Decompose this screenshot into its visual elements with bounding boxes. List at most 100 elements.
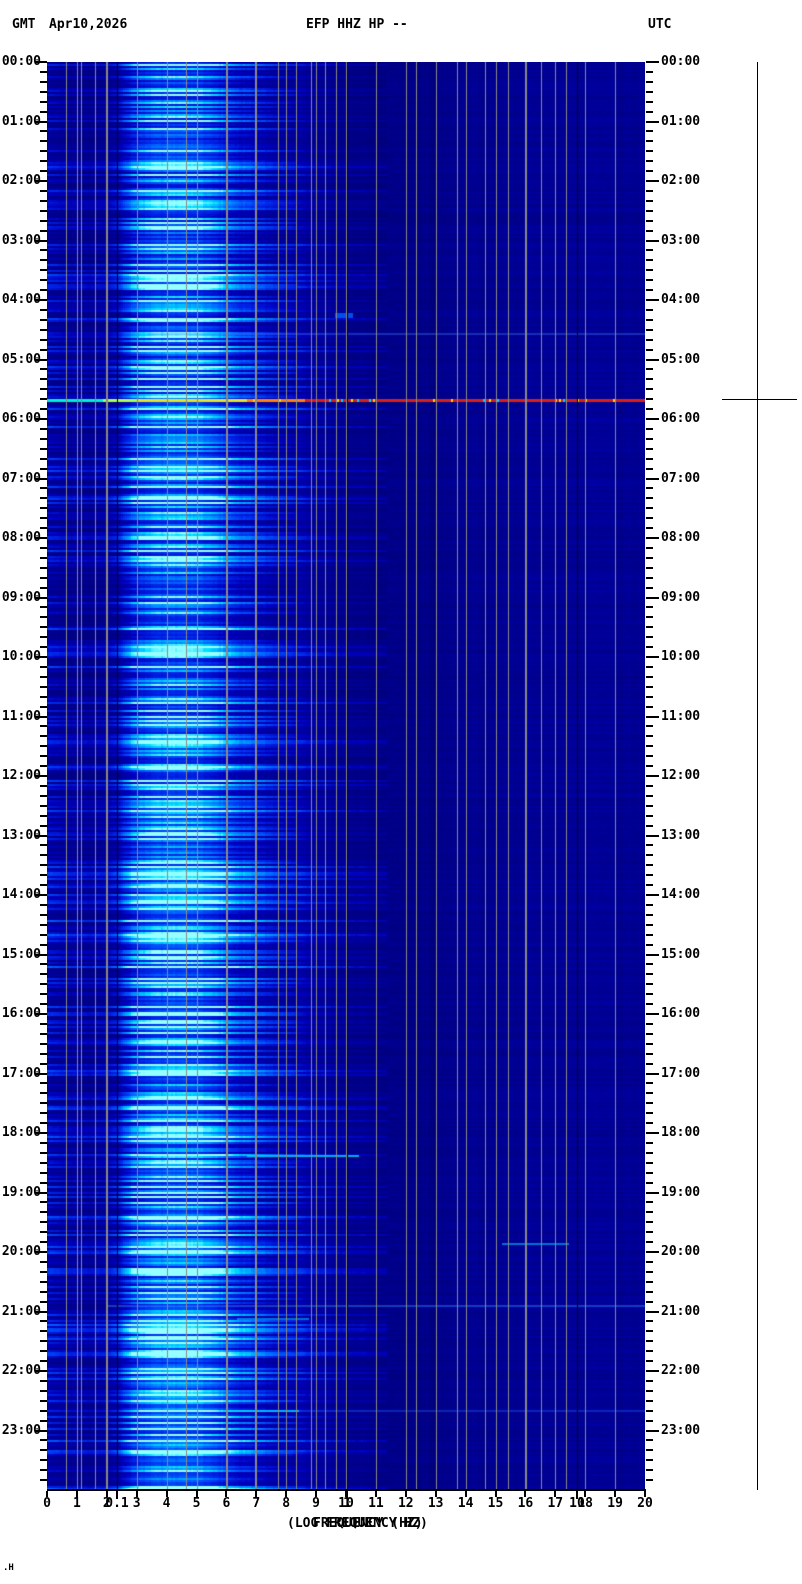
hour-tick-left (35, 596, 47, 599)
minor-tick-right (646, 110, 653, 113)
minor-tick-left (40, 279, 47, 282)
hour-tick-left (35, 953, 47, 956)
time-label-right: 04:00 (661, 292, 701, 307)
minor-tick-right (646, 189, 653, 192)
minor-tick-right (646, 269, 653, 272)
freq-tick-linear (165, 1491, 168, 1497)
minor-tick-left (40, 497, 47, 500)
freq-label-linear: 9 (312, 1496, 321, 1511)
minor-tick-right (646, 586, 653, 589)
freq-label-linear: 14 (457, 1496, 474, 1511)
minor-tick-left (40, 923, 47, 926)
minor-tick-left (40, 765, 47, 768)
minor-tick-left (40, 1419, 47, 1422)
minor-tick-left (40, 874, 47, 877)
minor-tick-left (40, 814, 47, 817)
time-label-right: 05:00 (661, 351, 701, 367)
minor-tick-right (646, 804, 653, 807)
minor-tick-left (40, 1290, 47, 1293)
minor-tick-left (40, 308, 47, 311)
hour-tick-left (35, 1251, 47, 1253)
minor-tick-right (646, 1042, 653, 1045)
cursor-hline (722, 399, 797, 400)
minor-tick-right (646, 170, 653, 173)
hour-tick-left (35, 656, 47, 658)
minor-tick-right (646, 784, 653, 787)
minor-tick-right (646, 1439, 653, 1442)
minor-tick-right (646, 1459, 653, 1462)
minor-tick-right (646, 884, 653, 887)
time-label-right: 09:00 (661, 589, 701, 605)
freq-label-linear: 11 (368, 1496, 384, 1511)
minor-tick-left (40, 398, 47, 401)
minor-tick-left (40, 1221, 47, 1224)
minor-tick-right (646, 437, 653, 440)
minor-tick-left (40, 755, 47, 758)
minor-tick-right (646, 646, 653, 649)
hour-tick-right (646, 358, 659, 361)
minor-tick-left (40, 1389, 47, 1392)
freq-tick-linear (75, 1491, 78, 1497)
minor-tick-left (40, 913, 47, 916)
minor-tick-left (40, 338, 47, 341)
minor-tick-left (40, 90, 47, 93)
minor-tick-right (646, 219, 653, 222)
minor-tick-right (646, 874, 653, 877)
minor-tick-right (646, 745, 653, 748)
cursor-vline (757, 62, 758, 1490)
minor-tick-right (646, 725, 653, 728)
minor-tick-left (40, 437, 47, 440)
minor-tick-left (40, 685, 47, 688)
minor-tick-right (646, 527, 653, 530)
minor-tick-right (646, 1320, 653, 1323)
minor-tick-left (40, 1181, 47, 1184)
freq-tick-linear (315, 1491, 318, 1497)
minor-tick-right (646, 616, 653, 619)
minor-tick-left (40, 457, 47, 460)
hour-tick-left (35, 537, 47, 539)
minor-tick-right (646, 1161, 653, 1164)
hour-tick-right (646, 1191, 659, 1194)
minor-tick-left (40, 80, 47, 83)
minor-tick-right (646, 844, 653, 847)
hour-tick-left (35, 1370, 47, 1372)
minor-tick-left (40, 348, 47, 351)
freq-tick-linear (225, 1491, 228, 1497)
minor-tick-left (40, 318, 47, 321)
freq-label-linear: 12 (397, 1496, 414, 1511)
minor-tick-left (40, 1171, 47, 1174)
time-label-right: 16:00 (661, 1006, 701, 1021)
minor-tick-right (646, 1260, 653, 1263)
freq-tick-linear (614, 1491, 617, 1497)
minor-tick-right (646, 1022, 653, 1025)
minor-tick-left (40, 1042, 47, 1045)
freq-tick-linear (135, 1491, 138, 1497)
minor-tick-right (646, 1290, 653, 1293)
minor-tick-left (40, 1270, 47, 1273)
freq-label-log: 10 (569, 1496, 585, 1511)
minor-tick-right (646, 1221, 653, 1224)
hour-tick-right (646, 180, 659, 182)
hour-tick-right (646, 894, 659, 896)
freq-tick-linear (554, 1491, 557, 1497)
minor-tick-right (646, 973, 653, 976)
hour-tick-left (35, 1072, 47, 1075)
minor-tick-left (40, 269, 47, 272)
minor-tick-right (646, 388, 653, 391)
minor-tick-left (40, 249, 47, 252)
minor-tick-left (40, 150, 47, 153)
minor-tick-left (40, 1003, 47, 1006)
minor-tick-right (646, 378, 653, 381)
minor-tick-left (40, 1469, 47, 1472)
hour-tick-right (646, 477, 659, 480)
minor-tick-right (646, 854, 653, 857)
freq-label-log: 1 (343, 1496, 351, 1511)
freq-label-linear: 16 (517, 1496, 534, 1511)
hour-tick-right (646, 1370, 659, 1372)
minor-tick-left (40, 556, 47, 559)
minor-tick-left (40, 199, 47, 202)
minor-tick-right (646, 556, 653, 559)
minor-tick-left (40, 70, 47, 73)
minor-tick-left (40, 527, 47, 530)
minor-tick-right (646, 765, 653, 768)
